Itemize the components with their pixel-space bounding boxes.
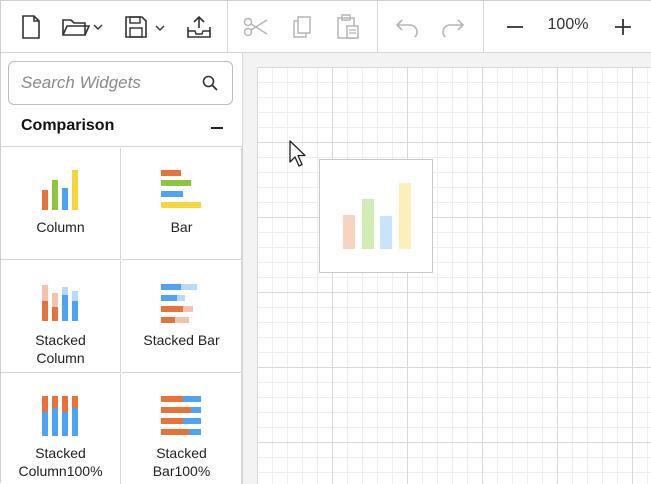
- column-chart-node[interactable]: [319, 159, 433, 273]
- search-box: [8, 61, 233, 105]
- widget-label-line1: Stacked: [156, 445, 207, 461]
- widget-palette: Comparison Column: [1, 53, 243, 484]
- zoom-in-button[interactable]: [607, 1, 639, 52]
- widget-label-line2: Column100%: [18, 463, 103, 479]
- file-group: [1, 1, 228, 52]
- save-icon: [125, 15, 165, 38]
- widget-label-line2: Bar100%: [152, 463, 211, 479]
- stacked-bar-100-icon: [160, 396, 201, 435]
- widget-label-line2: Column: [36, 350, 85, 366]
- search-input[interactable]: [21, 73, 201, 93]
- canvas-area: [243, 53, 651, 484]
- column-chart-icon: [41, 170, 78, 210]
- widget-label: Stacked Column100%: [1, 444, 120, 480]
- diagram-canvas[interactable]: [257, 67, 651, 484]
- category-title: Comparison: [21, 117, 115, 134]
- category-header-comparison[interactable]: Comparison: [1, 111, 242, 147]
- stacked-bar-icon: [160, 284, 197, 323]
- export-button[interactable]: [181, 1, 217, 52]
- widget-label: Stacked Column: [1, 331, 120, 367]
- search-icon[interactable]: [202, 75, 218, 91]
- paste-icon: [337, 13, 359, 39]
- copy-icon: [293, 15, 311, 38]
- widget-bar[interactable]: Bar: [122, 148, 242, 260]
- export-icon: [187, 15, 211, 38]
- new-file-button[interactable]: [15, 1, 47, 52]
- save-button[interactable]: [121, 1, 169, 52]
- open-button[interactable]: [59, 1, 107, 52]
- new-file-icon: [22, 14, 40, 39]
- cut-button[interactable]: [240, 1, 272, 52]
- undo-icon: [395, 18, 418, 37]
- widget-label-line1: Stacked: [35, 332, 86, 348]
- stacked-column-icon: [41, 285, 78, 321]
- undo-button[interactable]: [390, 1, 424, 52]
- widget-label: Stacked Bar100%: [122, 444, 241, 480]
- column-chart-preview: [343, 183, 411, 249]
- zoom-out-button[interactable]: [499, 1, 531, 52]
- open-folder-icon: [62, 18, 103, 36]
- copy-button[interactable]: [286, 1, 318, 52]
- widget-label: Column: [36, 219, 85, 235]
- collapse-icon[interactable]: [211, 127, 223, 129]
- widget-stacked-column[interactable]: Stacked Column: [1, 261, 121, 373]
- history-group: [378, 1, 484, 52]
- app-frame: 100% Comparison Column: [0, 0, 651, 484]
- bar-chart-icon: [160, 170, 201, 208]
- paste-button[interactable]: [332, 1, 364, 52]
- widget-label: Bar: [170, 219, 193, 235]
- zoom-in-icon: [615, 18, 631, 35]
- widget-stacked-bar[interactable]: Stacked Bar: [122, 261, 242, 373]
- cut-icon: [243, 17, 268, 36]
- toolbar: 100%: [1, 1, 651, 53]
- stacked-column-100-icon: [41, 396, 78, 436]
- widget-stacked-bar-100[interactable]: Stacked Bar100%: [122, 374, 242, 484]
- redo-icon: [442, 18, 465, 37]
- widget-stacked-column-100[interactable]: Stacked Column100%: [1, 374, 121, 484]
- widget-label-line1: Stacked: [35, 445, 86, 461]
- zoom-level[interactable]: 100%: [537, 1, 599, 52]
- redo-button[interactable]: [436, 1, 470, 52]
- widget-column[interactable]: Column: [1, 148, 121, 260]
- clipboard-group: [228, 1, 378, 52]
- widget-label: Stacked Bar: [143, 332, 220, 348]
- mouse-cursor-icon: [289, 140, 306, 167]
- zoom-out-icon: [507, 25, 523, 28]
